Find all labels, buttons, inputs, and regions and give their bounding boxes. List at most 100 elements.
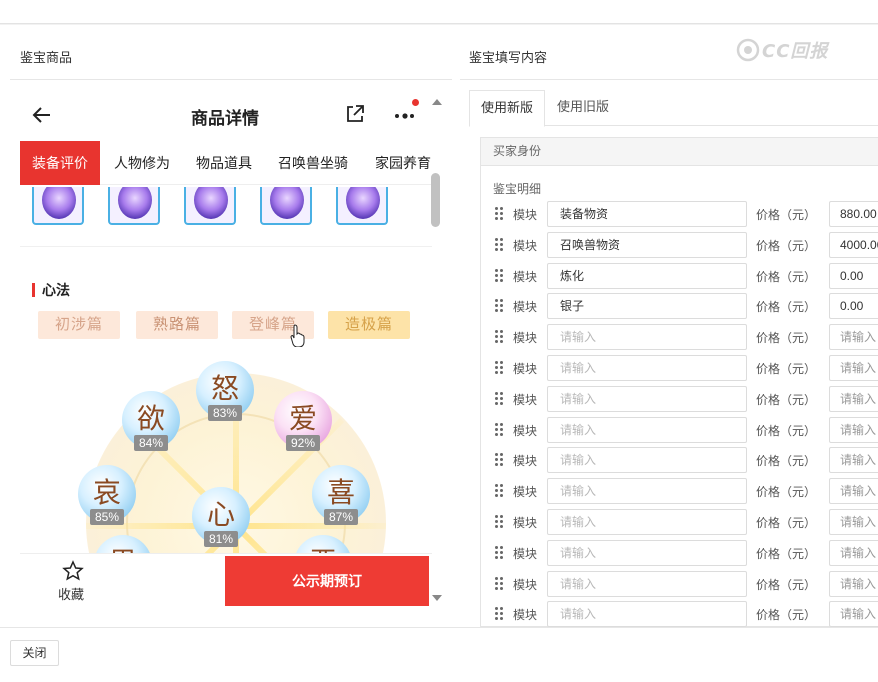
price-input[interactable]: 请输入 [829,416,878,443]
price-input[interactable]: 请输入 [829,447,878,474]
module-input[interactable]: 请输入 [547,509,747,535]
ring-icon[interactable] [336,187,388,225]
drag-handle-icon[interactable] [495,484,505,498]
module-input[interactable]: 装备物资 [547,201,747,227]
armor-icon[interactable] [108,187,160,225]
module-input[interactable]: 炼化 [547,262,747,289]
drag-handle-icon[interactable] [495,237,505,252]
emotion-node-center[interactable]: 心 81% [192,487,250,547]
module-input[interactable]: 请输入 [547,539,747,566]
module-label: 模块 [513,516,538,530]
divider [460,79,878,80]
module-input[interactable]: 请输入 [547,570,747,597]
drag-handle-icon[interactable] [495,299,505,313]
scrollbar-thumb[interactable] [431,173,440,227]
drag-handle-icon[interactable] [495,576,505,591]
drag-handle-icon[interactable] [495,515,505,529]
price-label: 价格（元） [756,300,817,315]
form-box: 买家身份 鉴宝明细 模块 装备物资 价格（元） 880.00 模块 召唤兽物资 价格（元） 4… [480,137,878,628]
detail-row: 模块 请输入 价格（元） 请输入 [495,446,878,474]
price-input[interactable]: 0.00 [829,293,878,320]
necklace-icon[interactable] [260,187,312,225]
stage-button[interactable]: 熟路篇 [136,311,218,339]
module-input[interactable]: 请输入 [547,324,747,351]
module-input[interactable]: 请输入 [547,355,747,381]
module-input[interactable]: 银子 [547,293,747,320]
scroll-down-arrow-icon[interactable] [432,595,442,601]
drag-handle-icon[interactable] [495,391,505,406]
detail-row: 模块 请输入 价格（元） 请输入 [495,508,878,536]
close-button[interactable]: 关闭 [10,640,59,666]
module-label: 模块 [513,300,538,315]
module-input[interactable]: 请输入 [547,416,747,443]
detail-row: 模块 请输入 价格（元） 请输入 [495,477,878,505]
detail-row: 模块召唤兽物资价格（元） 4000.00 [495,231,878,259]
preorder-button[interactable]: 公示期预订 [225,556,429,606]
more-icon[interactable] [392,103,418,125]
price-input[interactable]: 请输入 [829,324,878,351]
drag-handle-icon[interactable] [495,268,505,283]
phone-footer: 收藏 公示期预订 [20,553,432,607]
module-label: 模块 [513,454,538,469]
price-input[interactable]: 请输入 [829,509,878,535]
emotion-node[interactable]: 怒 83% [196,361,254,421]
tab-character[interactable]: 人物修为 [114,141,170,185]
drag-handle-icon[interactable] [495,330,505,344]
tab-new-version[interactable]: 使用新版 [469,90,546,127]
price-input[interactable]: 请输入 [829,478,878,505]
price-input[interactable]: 0.00 [829,262,878,289]
main-panel: 鉴宝商品 鉴宝填写内容 CC回报 商品详情 装备评价 人物修为 物品道具 召唤兽… [0,25,878,628]
drag-handle-icon[interactable] [495,422,505,437]
module-input[interactable]: 请输入 [547,447,747,474]
drag-handle-icon[interactable] [495,361,505,375]
price-label: 价格（元） [756,423,817,438]
favorite-label[interactable]: 收藏 [58,584,84,603]
emotion-node[interactable]: 哀 85% [78,465,136,525]
star-icon[interactable] [62,560,84,582]
drag-handle-icon[interactable] [495,607,505,621]
tab-old-version[interactable]: 使用旧版 [546,90,620,126]
svg-text:CC回报: CC回报 [762,41,830,62]
tab-home[interactable]: 家园养育 [375,141,431,185]
drag-handle-icon[interactable] [495,207,505,221]
price-input[interactable]: 880.00 [829,201,878,227]
divider [20,246,432,247]
module-input[interactable]: 请输入 [547,478,747,505]
price-input[interactable]: 请输入 [829,355,878,381]
bottom-bar: 关闭 [0,627,878,682]
price-label: 价格（元） [756,608,817,623]
drag-handle-icon[interactable] [495,545,505,560]
detail-row: 模块 请输入 价格（元） 请输入 [495,570,878,598]
stage-button[interactable]: 初涉篇 [38,311,120,339]
price-label: 价格（元） [756,362,817,376]
price-input[interactable]: 请输入 [829,570,878,597]
price-label: 价格（元） [756,546,817,561]
ring-icon[interactable] [32,187,84,225]
price-input[interactable]: 请输入 [829,385,878,412]
share-icon[interactable] [344,103,366,125]
phone-scrollbar[interactable] [430,97,442,607]
module-input[interactable]: 请输入 [547,385,747,412]
stage-button[interactable]: 造极篇 [328,311,410,339]
drag-handle-icon[interactable] [495,453,505,467]
emotion-node[interactable]: 爱 92% [274,391,332,451]
emotion-node[interactable]: 喜 87% [312,465,370,525]
module-label: 模块 [513,269,538,284]
left-panel-title: 鉴宝商品 [20,50,73,65]
price-input[interactable]: 请输入 [829,539,878,566]
scroll-up-arrow-icon[interactable] [432,99,442,105]
tab-summons[interactable]: 召唤兽坐骑 [278,141,348,185]
module-input[interactable]: 召唤兽物资 [547,231,747,258]
price-input[interactable]: 请输入 [829,601,878,628]
detail-row: 模块 请输入 价格（元） 请输入 [495,600,878,628]
module-label: 模块 [513,546,538,561]
tab-items[interactable]: 物品道具 [196,141,252,185]
emotion-node[interactable]: 欲 84% [122,391,180,451]
price-input[interactable]: 4000.00 [829,231,878,258]
module-input[interactable]: 请输入 [547,601,747,628]
detail-row: 模块 请输入 价格（元） 请输入 [495,385,878,413]
divider [10,79,452,80]
section-title: 心法 [42,282,70,298]
tab-equipment-rating[interactable]: 装备评价 [20,141,100,185]
weapon-icon[interactable] [184,187,236,225]
